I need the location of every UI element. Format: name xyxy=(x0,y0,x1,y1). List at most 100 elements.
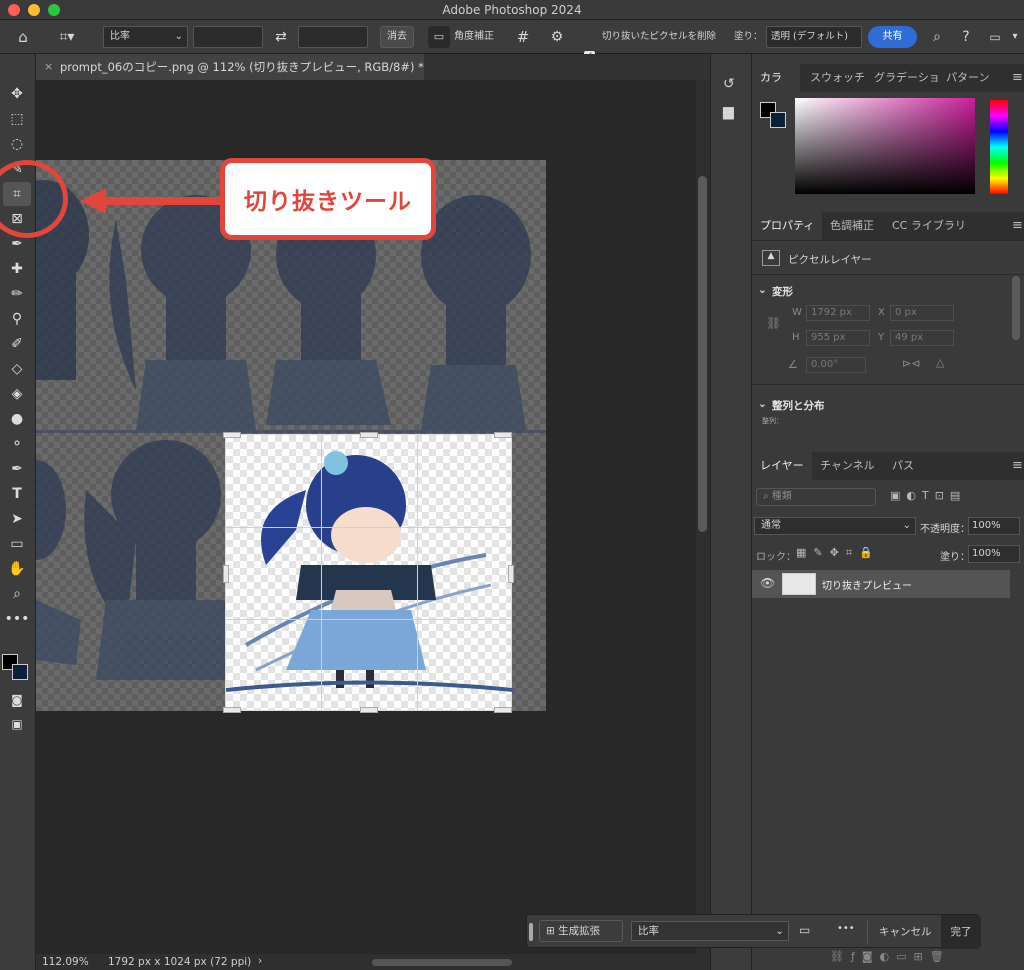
tab-adjustments[interactable]: 色調補正 xyxy=(822,212,882,240)
flip-vertical-icon[interactable]: △ xyxy=(936,356,944,369)
straighten-icon[interactable]: ▭ xyxy=(428,26,450,48)
horizontal-scroll-thumb[interactable] xyxy=(372,959,512,966)
layer-filter-select[interactable]: ⌕ 種類 xyxy=(756,488,876,506)
crop-handle-top[interactable] xyxy=(360,432,378,438)
pen-tool-icon[interactable]: ✒ xyxy=(3,457,31,481)
crop-bounding-box[interactable] xyxy=(223,432,514,713)
lock-icons[interactable]: ▦✎✥⌗🔒 xyxy=(796,546,880,560)
stamp-tool-icon[interactable]: ⚲ xyxy=(3,307,31,331)
height-field[interactable]: 955 px xyxy=(806,330,870,346)
eraser-tool-icon[interactable]: ◇ xyxy=(3,357,31,381)
link-dimensions-icon[interactable]: ⛓ xyxy=(766,316,781,330)
history-brush-icon[interactable]: ✐ xyxy=(3,332,31,356)
tab-patterns[interactable]: パターン xyxy=(938,64,997,92)
y-field[interactable]: 49 px xyxy=(890,330,954,346)
layer-row[interactable]: 👁 切り抜きプレビュー xyxy=(752,570,1010,598)
tab-gradients[interactable]: グラデーショ xyxy=(866,64,948,92)
tab-color[interactable]: カラー xyxy=(752,64,800,112)
tab-properties[interactable]: プロパティ xyxy=(752,212,823,240)
crop-tool-preset-icon[interactable]: ⌗▾ xyxy=(52,26,82,48)
search-icon[interactable]: ⌕ xyxy=(927,26,947,48)
opacity-field[interactable]: 100% xyxy=(968,517,1020,535)
status-menu-icon[interactable]: › xyxy=(258,955,262,967)
rectangle-tool-icon[interactable]: ▭ xyxy=(3,532,31,556)
hue-slider[interactable] xyxy=(990,100,1008,194)
straighten-icon[interactable]: ▭ xyxy=(799,923,810,937)
align-section-chevron-icon[interactable]: ⌄ xyxy=(758,398,767,410)
settings-gear-icon[interactable]: ⚙ xyxy=(546,26,568,48)
fill-select[interactable]: 透明 (デフォルト) xyxy=(766,26,862,48)
more-options-button[interactable]: ••• xyxy=(837,923,855,934)
properties-scroll-thumb[interactable] xyxy=(1012,276,1020,340)
tab-channels[interactable]: チャンネル xyxy=(812,452,883,480)
path-select-icon[interactable]: ➤ xyxy=(3,507,31,531)
tab-layers[interactable]: レイヤー xyxy=(752,452,812,480)
angle-field[interactable]: 0.00° xyxy=(806,357,866,373)
screen-mode-icon[interactable]: ▣ xyxy=(3,712,31,736)
share-button[interactable]: 共有 xyxy=(868,26,917,48)
drag-handle[interactable] xyxy=(529,923,533,941)
crop-handle-bottom-left[interactable] xyxy=(223,707,241,713)
cancel-button[interactable]: キャンセル xyxy=(879,924,932,939)
layer-footer-icons[interactable]: ⛓ƒ◙◐▭⊞🗑 xyxy=(830,950,1020,963)
layers-menu-icon[interactable]: ≡ xyxy=(1004,452,1024,480)
width-field[interactable]: 1792 px xyxy=(806,305,870,321)
background-color-chip[interactable] xyxy=(770,112,786,128)
more-tools-icon[interactable]: ••• xyxy=(3,607,31,631)
properties-menu-icon[interactable]: ≡ xyxy=(1004,212,1024,240)
fill-label: 塗り： xyxy=(734,31,763,42)
zoom-tool-icon[interactable]: ⌕ xyxy=(3,582,31,606)
width-input[interactable] xyxy=(193,26,263,48)
quick-mask-icon[interactable]: ◙ xyxy=(3,688,31,712)
workspace-icon[interactable]: ▭ xyxy=(986,26,1004,48)
brush-tool-icon[interactable]: ✏ xyxy=(3,282,31,306)
crop-ratio-select[interactable]: 比率 ⌄ xyxy=(631,921,789,941)
flip-horizontal-icon[interactable]: ⊳⊲ xyxy=(902,357,920,370)
swap-icon[interactable]: ⇄ xyxy=(270,26,292,48)
dodge-tool-icon[interactable]: ⚬ xyxy=(3,432,31,456)
layer-filter-icons[interactable]: ▣◐T⊡▤ xyxy=(890,489,966,502)
tab-cc-libraries[interactable]: CC ライブラリ xyxy=(884,212,974,240)
workspace-menu-icon[interactable]: ▾ xyxy=(1008,26,1022,48)
type-tool-icon[interactable]: T xyxy=(3,482,31,506)
home-icon[interactable]: ⌂ xyxy=(12,26,34,48)
zoom-level[interactable]: 112.09% xyxy=(42,956,89,968)
tab-paths[interactable]: パス xyxy=(884,452,922,480)
paint-bucket-icon[interactable]: ◈ xyxy=(3,382,31,406)
help-icon[interactable]: ? xyxy=(956,26,976,48)
crop-handle-bottom-right[interactable] xyxy=(494,707,512,713)
blend-mode-select[interactable]: 通常 ⌄ xyxy=(754,517,916,535)
crop-handle-left[interactable] xyxy=(223,565,229,583)
history-icon[interactable]: ↺ xyxy=(723,76,735,92)
crop-handle-top-left[interactable] xyxy=(223,432,241,438)
marquee-tool-icon[interactable]: ⬚ xyxy=(3,107,31,131)
ratio-select[interactable]: 比率 ⌄ xyxy=(103,26,188,48)
panel-menu-icon[interactable]: ≡ xyxy=(1004,64,1024,92)
done-button[interactable]: 完了 xyxy=(941,915,981,949)
height-input[interactable] xyxy=(298,26,368,48)
blur-tool-icon[interactable]: ● xyxy=(3,407,31,431)
transform-section-chevron-icon[interactable]: ⌄ xyxy=(758,284,767,296)
overlay-grid-icon[interactable]: # xyxy=(512,26,534,48)
clear-button[interactable]: 消去 xyxy=(380,26,414,48)
layer-name[interactable]: 切り抜きプレビュー xyxy=(822,577,912,592)
crop-handle-bottom[interactable] xyxy=(360,707,378,713)
fill-field[interactable]: 100% xyxy=(968,545,1020,563)
straighten-label[interactable]: 角度補正 xyxy=(454,26,504,48)
document-tab[interactable]: × prompt_06のコピー.png @ 112% (切り抜きプレビュー, R… xyxy=(36,54,424,80)
background-color-swatch[interactable] xyxy=(12,664,28,680)
crop-handle-right[interactable] xyxy=(508,565,514,583)
close-tab-icon[interactable]: × xyxy=(44,54,53,80)
tab-swatches[interactable]: スウォッチ xyxy=(802,64,873,92)
lasso-tool-icon[interactable]: ◌ xyxy=(3,132,31,156)
x-field[interactable]: 0 px xyxy=(890,305,954,321)
generative-expand-button[interactable]: ⊞ 生成拡張 xyxy=(539,920,623,942)
hand-tool-icon[interactable]: ✋ xyxy=(3,557,31,581)
visibility-eye-icon[interactable]: 👁 xyxy=(760,576,775,590)
crop-handle-top-right[interactable] xyxy=(494,432,512,438)
healing-brush-icon[interactable]: ✚ xyxy=(3,257,31,281)
comments-icon[interactable]: ▆ xyxy=(723,104,734,120)
vertical-scroll-thumb[interactable] xyxy=(698,176,707,532)
move-tool-icon[interactable]: ✥ xyxy=(3,82,31,106)
color-picker-field[interactable] xyxy=(795,98,975,194)
